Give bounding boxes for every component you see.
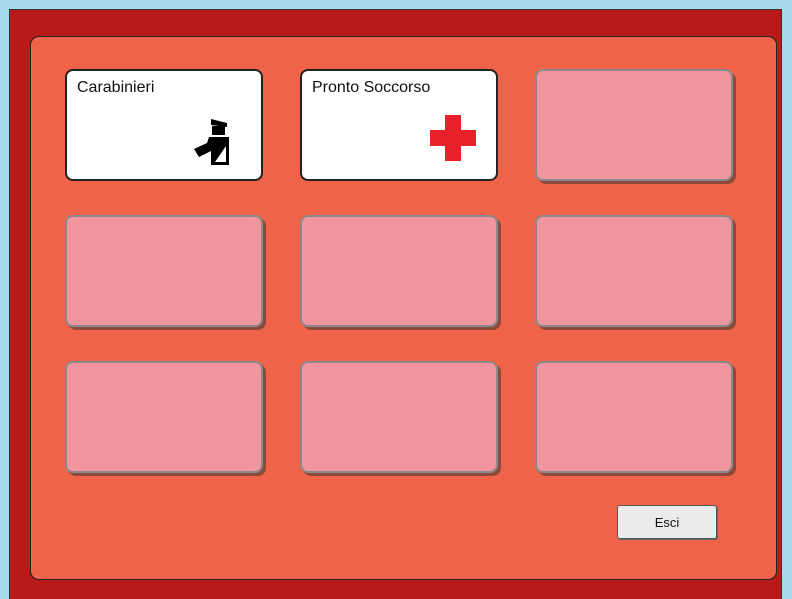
exit-button[interactable]: Esci [617,505,717,539]
red-cross-icon [430,115,476,161]
tile-empty[interactable] [535,69,733,181]
tile-empty[interactable] [300,361,498,473]
tile-pronto-soccorso[interactable]: Pronto Soccorso [300,69,498,181]
tile-carabinieri[interactable]: Carabinieri [65,69,263,181]
tile-label: Carabinieri [77,79,155,96]
tile-empty[interactable] [535,215,733,327]
tile-empty[interactable] [65,215,263,327]
tile-empty[interactable] [300,215,498,327]
tile-label: Pronto Soccorso [312,79,431,96]
tile-empty[interactable] [65,361,263,473]
tile-empty[interactable] [535,361,733,473]
carabinieri-officer-icon [194,119,229,165]
